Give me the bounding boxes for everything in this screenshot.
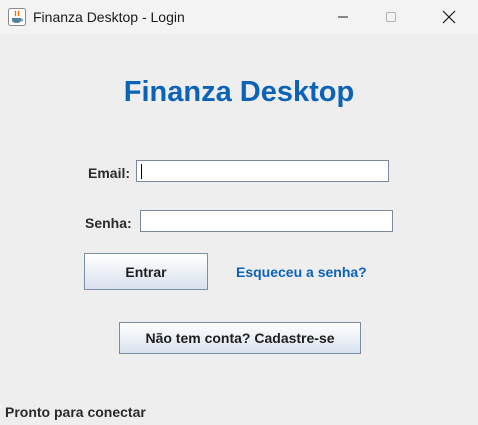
status-text: Pronto para conectar bbox=[5, 404, 146, 420]
login-button[interactable]: Entrar bbox=[84, 253, 208, 290]
maximize-icon bbox=[386, 12, 396, 22]
minimize-icon bbox=[338, 16, 348, 18]
forgot-password-link[interactable]: Esqueceu a senha? bbox=[236, 263, 367, 281]
text-caret bbox=[141, 164, 142, 179]
register-button[interactable]: Não tem conta? Cadastre-se bbox=[119, 322, 361, 354]
login-window: Finanza Desktop - Login Finanza Desktop … bbox=[0, 0, 478, 425]
window-title: Finanza Desktop - Login bbox=[33, 9, 185, 25]
email-field[interactable] bbox=[136, 160, 389, 182]
minimize-button[interactable] bbox=[320, 0, 366, 34]
senha-label: Senha: bbox=[85, 215, 132, 231]
title-bar[interactable]: Finanza Desktop - Login bbox=[0, 0, 478, 34]
java-icon bbox=[8, 8, 26, 26]
password-field[interactable] bbox=[140, 210, 393, 232]
close-icon bbox=[442, 10, 456, 24]
email-label: Email: bbox=[88, 165, 131, 181]
close-button[interactable] bbox=[426, 0, 472, 34]
app-title: Finanza Desktop bbox=[123, 76, 355, 108]
maximize-button[interactable] bbox=[368, 0, 414, 34]
